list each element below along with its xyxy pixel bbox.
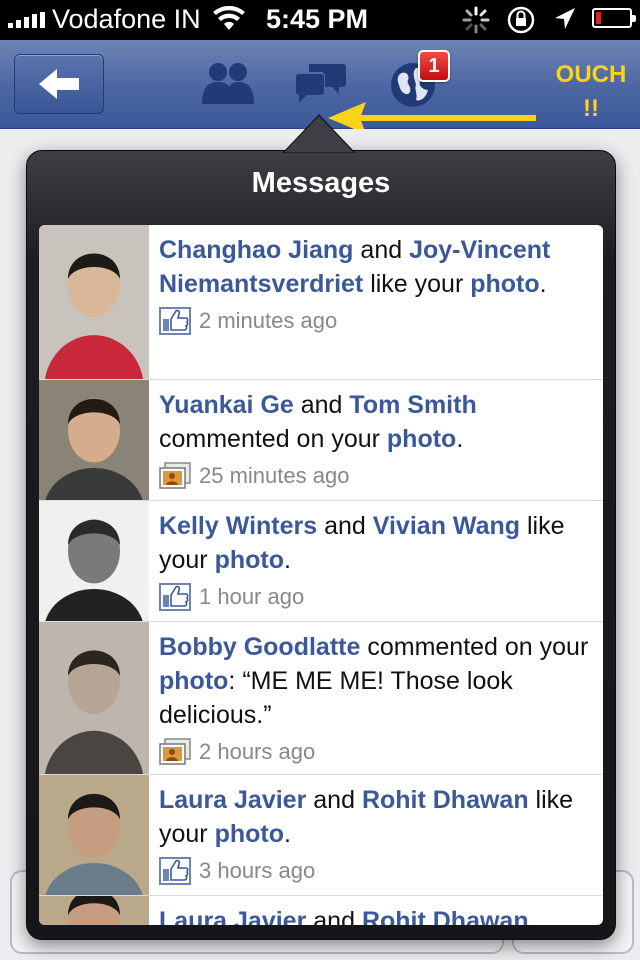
notification-content: Changhao Jiang and Joy-Vincent Niemantsv… <box>149 225 603 379</box>
notification-meta: 3 hours ago <box>159 853 595 889</box>
status-bar: Vodafone IN 5:45 PM <box>0 0 640 40</box>
notification-text: Bobby Goodlatte commented on your photo:… <box>159 630 595 732</box>
notification-item[interactable]: Laura Javier and Rohit Dhawan <box>39 896 603 925</box>
notification-link[interactable]: Vivian Wang <box>373 512 520 540</box>
notification-item[interactable]: Kelly Winters and Vivian Wang like your … <box>39 501 603 622</box>
notification-text-fragment: and <box>306 786 362 814</box>
clock: 5:45 PM <box>266 4 369 34</box>
location-arrow-icon <box>555 8 575 29</box>
avatar[interactable] <box>39 501 149 621</box>
notification-link[interactable]: photo <box>387 425 456 453</box>
notification-content: Yuankai Ge and Tom Smith commented on yo… <box>149 380 603 500</box>
like-icon <box>159 583 191 611</box>
notification-text: Laura Javier and Rohit Dhawan <box>159 904 595 925</box>
wifi-icon <box>213 6 245 30</box>
notification-link[interactable]: Bobby Goodlatte <box>159 633 360 661</box>
like-icon <box>159 857 191 885</box>
notification-meta: 25 minutes ago <box>159 458 595 494</box>
notification-link[interactable]: Kelly Winters <box>159 512 317 540</box>
comment-photo-icon <box>159 738 191 765</box>
notification-text-fragment: commented on your <box>360 633 589 661</box>
notification-timestamp: 25 minutes ago <box>199 463 350 488</box>
notification-text-fragment: and <box>306 907 362 925</box>
avatar[interactable] <box>39 225 149 379</box>
messages-popover: Messages Changhao Jiang and Joy-Vincent … <box>26 114 616 940</box>
notification-text: Laura Javier and Rohit Dhawan like your … <box>159 783 595 851</box>
notification-text-fragment: . <box>539 270 547 298</box>
popover-title: Messages <box>251 167 391 199</box>
notification-meta: 2 hours ago <box>159 734 595 770</box>
notification-timestamp: 2 hours ago <box>199 739 316 764</box>
notification-content: Kelly Winters and Vivian Wang like your … <box>149 501 603 621</box>
friends-icon[interactable] <box>200 60 256 106</box>
notification-meta: 2 minutes ago <box>159 303 595 339</box>
notification-text-fragment: like your <box>363 270 471 298</box>
notification-text-fragment: . <box>284 546 291 574</box>
notification-text-fragment: commented on your <box>159 425 387 453</box>
notification-link[interactable]: photo <box>215 820 284 848</box>
notification-timestamp: 2 minutes ago <box>199 308 338 333</box>
notification-link[interactable]: Tom Smith <box>349 391 476 419</box>
notification-link[interactable]: Changhao Jiang <box>159 236 353 264</box>
notification-text-fragment: and <box>293 391 350 419</box>
notification-link[interactable]: photo <box>470 270 539 298</box>
notification-timestamp: 3 hours ago <box>199 858 316 883</box>
notification-text: Yuankai Ge and Tom Smith commented on yo… <box>159 388 595 456</box>
back-button[interactable] <box>14 54 104 114</box>
popover-pointer <box>283 114 355 153</box>
notification-content: Laura Javier and Rohit Dhawan <box>149 896 603 925</box>
annotation-text: OUCH !! <box>555 61 627 122</box>
notification-text: Changhao Jiang and Joy-Vincent Niemantsv… <box>159 233 595 301</box>
notification-text-fragment: and <box>317 512 373 540</box>
notification-text-fragment: . <box>284 820 291 848</box>
notification-link[interactable]: Yuankai Ge <box>159 391 294 419</box>
notification-link[interactable]: Laura Javier <box>159 786 306 814</box>
notification-link[interactable]: photo <box>159 667 228 695</box>
notification-item[interactable]: Yuankai Ge and Tom Smith commented on yo… <box>39 380 603 501</box>
signal-strength-icon <box>8 12 45 28</box>
notification-text-fragment: and <box>353 236 410 264</box>
notification-item[interactable]: Bobby Goodlatte commented on your photo:… <box>39 622 603 775</box>
avatar[interactable] <box>39 896 149 925</box>
activity-spinner-icon <box>462 6 490 34</box>
notification-link[interactable]: Rohit Dhawan <box>362 907 529 925</box>
notification-link[interactable]: Laura Javier <box>159 907 306 925</box>
like-icon <box>159 307 191 335</box>
notification-link[interactable]: Rohit Dhawan <box>362 786 529 814</box>
rotation-lock-icon <box>507 6 535 34</box>
avatar[interactable] <box>39 380 149 500</box>
notification-meta: 1 hour ago <box>159 579 595 615</box>
comment-photo-icon <box>159 462 191 489</box>
notification-content: Laura Javier and Rohit Dhawan like your … <box>149 775 603 895</box>
back-arrow-icon <box>39 69 79 99</box>
carrier-name: Vodafone IN <box>52 4 201 34</box>
notification-count-badge: 1 <box>418 50 450 82</box>
notification-timestamp: 1 hour ago <box>199 584 305 609</box>
notification-item[interactable]: Laura Javier and Rohit Dhawan like your … <box>39 775 603 896</box>
avatar[interactable] <box>39 775 149 895</box>
notification-item[interactable]: Changhao Jiang and Joy-Vincent Niemantsv… <box>39 225 603 380</box>
notification-link[interactable]: photo <box>215 546 284 574</box>
battery-icon <box>592 8 636 28</box>
avatar[interactable] <box>39 622 149 774</box>
notification-content: Bobby Goodlatte commented on your photo:… <box>149 622 603 774</box>
notification-text-fragment: . <box>456 425 464 453</box>
notification-list[interactable]: Changhao Jiang and Joy-Vincent Niemantsv… <box>39 225 603 925</box>
notification-text: Kelly Winters and Vivian Wang like your … <box>159 509 595 577</box>
